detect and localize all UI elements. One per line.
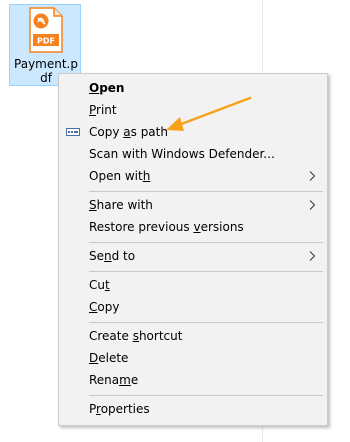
- menu-label-open-with: Open with: [89, 169, 151, 183]
- menu-item-restore-versions[interactable]: Restore previous versions: [61, 216, 325, 238]
- context-menu: Open Print Copy as path Scan with Window…: [58, 73, 328, 426]
- menu-label-copy-as-path: Copy as path: [89, 125, 168, 139]
- menu-item-rename[interactable]: Rename: [61, 369, 325, 391]
- menu-item-scan-defender[interactable]: Scan with Windows Defender...: [61, 143, 325, 165]
- copy-path-icon: [66, 128, 80, 136]
- menu-label-cut: Cut: [89, 278, 110, 292]
- menu-label-open: Open: [89, 81, 125, 95]
- menu-label-restore: Restore previous versions: [89, 220, 244, 234]
- menu-item-share-with[interactable]: Share with: [61, 194, 325, 216]
- chevron-right-icon: [309, 200, 315, 210]
- chevron-right-icon: [309, 251, 315, 261]
- menu-item-cut[interactable]: Cut: [61, 274, 325, 296]
- pdf-icon-text: PDF: [37, 37, 55, 46]
- menu-label-create-shortcut: Create shortcut: [89, 329, 183, 343]
- menu-item-create-shortcut[interactable]: Create shortcut: [61, 325, 325, 347]
- menu-item-properties[interactable]: Properties: [61, 398, 325, 420]
- menu-item-print[interactable]: Print: [61, 99, 325, 121]
- menu-item-open[interactable]: Open: [61, 77, 325, 99]
- menu-item-open-with[interactable]: Open with: [61, 165, 325, 187]
- menu-item-copy-as-path[interactable]: Copy as path: [61, 121, 325, 143]
- menu-separator: [89, 242, 323, 243]
- menu-label-share-with: Share with: [89, 198, 153, 212]
- menu-label-print: Print: [89, 103, 117, 117]
- menu-separator: [89, 395, 323, 396]
- menu-label-copy: Copy: [89, 300, 120, 314]
- file-name-line1: Payment.p: [14, 57, 78, 71]
- pdf-file-icon: PDF: [29, 7, 63, 53]
- menu-separator: [89, 191, 323, 192]
- menu-label-scan: Scan with Windows Defender...: [89, 147, 275, 161]
- menu-label-delete: Delete: [89, 351, 129, 365]
- menu-label-send-to: Send to: [89, 249, 136, 263]
- menu-label-properties: Properties: [89, 402, 150, 416]
- menu-item-copy[interactable]: Copy: [61, 296, 325, 318]
- menu-label-rename: Rename: [89, 373, 139, 387]
- chevron-right-icon: [309, 171, 315, 181]
- menu-item-send-to[interactable]: Send to: [61, 245, 325, 267]
- file-name-line2: df: [40, 71, 52, 85]
- menu-separator: [89, 271, 323, 272]
- menu-separator: [89, 322, 323, 323]
- menu-item-delete[interactable]: Delete: [61, 347, 325, 369]
